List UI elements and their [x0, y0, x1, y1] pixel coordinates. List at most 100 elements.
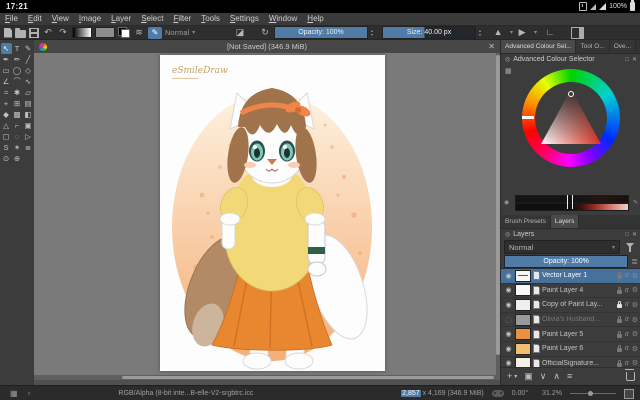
artwork-page[interactable]: eSmileDraw	[160, 55, 385, 371]
shade-settings-icon[interactable]: ✎	[633, 199, 638, 206]
canvas-area[interactable]: eSmileDraw	[34, 53, 500, 380]
transform-shapes-tool[interactable]: ↖	[1, 43, 12, 54]
sv-triangle[interactable]	[539, 86, 603, 148]
close-docker-icon[interactable]: ✕	[632, 231, 637, 238]
subwindow-titlebar[interactable]: [Not Saved] (346.9 MiB) ✕	[34, 40, 500, 54]
alpha-lock-icon[interactable]: α	[625, 301, 629, 308]
layer-row-6[interactable]: ◉Paint Layer 6α⚙	[501, 342, 640, 357]
layer-lock-icon[interactable]	[617, 319, 622, 323]
layer-opacity-slider[interactable]: Opacity: 100%	[504, 255, 628, 268]
line-tool[interactable]: ╱	[23, 54, 34, 65]
wraparound-icon[interactable]: ∟	[544, 27, 556, 38]
menu-help[interactable]: Help	[302, 13, 328, 25]
menu-file[interactable]: File	[0, 13, 23, 25]
fg-bg-colors[interactable]	[118, 27, 130, 38]
horizontal-scrollbar[interactable]	[34, 375, 500, 380]
polygon-tool[interactable]: ◇	[23, 65, 34, 76]
alpha-lock-icon[interactable]: α	[625, 316, 629, 323]
layer-settings-icon[interactable]: ⚙	[632, 316, 638, 324]
eraser-toggle-icon[interactable]: ◪	[234, 27, 246, 38]
pattern-edit-tool[interactable]: ▩	[12, 109, 23, 120]
layer-visibility-toggle[interactable]: ◉	[504, 330, 513, 338]
layer-settings-icon[interactable]: ⚙	[632, 301, 638, 309]
move-layer-down-button[interactable]: ∨	[540, 372, 547, 381]
float-docker-icon[interactable]: □	[625, 232, 629, 238]
polyline-tool[interactable]: ∠	[1, 76, 12, 87]
edit-shapes-tool[interactable]: ✎	[23, 43, 34, 54]
opacity-spinner[interactable]: ▴▾	[371, 29, 373, 37]
delete-layer-button[interactable]	[626, 372, 635, 381]
reload-preset-icon[interactable]: ↻	[259, 27, 271, 38]
mirror-horizontal-icon[interactable]: ▲	[492, 27, 504, 38]
layer-row-1[interactable]: ◉Vector Layer 1α⚙	[501, 269, 640, 284]
fit-page-icon[interactable]	[624, 389, 634, 399]
add-layer-caret[interactable]: ▾	[514, 374, 517, 380]
layer-row-3[interactable]: ◉Copy of Paint Lay...α⚙	[501, 298, 640, 313]
size-spinner[interactable]: ▴▾	[479, 29, 481, 37]
layer-visibility-toggle[interactable]: ▢	[504, 316, 513, 324]
poly-select-tool[interactable]: ▷	[23, 131, 34, 142]
alpha-lock-icon[interactable]: α	[625, 331, 629, 338]
layer-lock-icon[interactable]	[617, 275, 622, 279]
menu-select[interactable]: Select	[136, 13, 168, 25]
menu-tools[interactable]: Tools	[196, 13, 225, 25]
color-history-icon[interactable]: ◉	[504, 199, 509, 206]
alpha-lock-icon[interactable]: α	[625, 287, 629, 294]
close-docker-icon[interactable]: ✕	[632, 56, 637, 63]
calligraphy-tool[interactable]: ✒	[1, 54, 12, 65]
reference-images-tool[interactable]: ▣	[23, 120, 34, 131]
menu-edit[interactable]: Edit	[23, 13, 47, 25]
move-tool[interactable]: +	[1, 98, 12, 109]
layer-visibility-toggle[interactable]: ◉	[504, 345, 513, 353]
float-docker-icon[interactable]: □	[625, 57, 629, 63]
freehand-brush-tool[interactable]: ✏	[12, 54, 23, 65]
layer-blend-dropdown[interactable]: Normal ▾	[504, 240, 620, 254]
layer-row-7[interactable]: ◉OfficialSignature...α⚙	[501, 357, 640, 367]
layer-row-4[interactable]: ▢Olivia's Husband...α⚙	[501, 313, 640, 328]
multibrush-tool[interactable]: ✱	[12, 87, 23, 98]
layer-visibility-toggle[interactable]: ◉	[504, 301, 513, 309]
zoom-slider[interactable]	[570, 393, 616, 394]
move-layer-up-button[interactable]: ∧	[553, 372, 560, 381]
contiguous-select-tool[interactable]: ✶	[12, 142, 23, 153]
alpha-lock-icon[interactable]: α	[625, 360, 629, 367]
redo-icon[interactable]: ↷	[57, 27, 69, 38]
text-tool[interactable]: T	[12, 43, 23, 54]
layer-settings-icon[interactable]: ⚙	[632, 345, 638, 353]
save-icon[interactable]	[29, 28, 39, 38]
layer-visibility-toggle[interactable]: ◉	[504, 359, 513, 367]
measure-tool[interactable]: ⌐	[12, 120, 23, 131]
menu-layer[interactable]: Layer	[106, 13, 136, 25]
fill-tool[interactable]: ◧	[23, 109, 34, 120]
close-icon[interactable]: ✕	[488, 42, 495, 51]
assistants-tool[interactable]: △	[1, 120, 12, 131]
layer-lock-icon[interactable]	[617, 334, 622, 338]
blend-mode-dropdown[interactable]: Normal ▾	[165, 28, 231, 37]
zoom-tool[interactable]: ⊙	[1, 153, 12, 164]
menu-image[interactable]: Image	[74, 13, 106, 25]
gradient-tool[interactable]: ▤	[23, 98, 34, 109]
layer-visibility-toggle[interactable]: ◉	[504, 272, 513, 280]
hide-dockers-icon[interactable]	[571, 27, 584, 39]
open-image-icon[interactable]	[15, 30, 26, 38]
layer-settings-icon[interactable]: ⚙	[632, 286, 638, 294]
dynamic-brush-tool[interactable]: ≈	[1, 87, 12, 98]
crop-tool[interactable]: ⊞	[12, 98, 23, 109]
brush-preset-icon[interactable]: ✎	[148, 27, 162, 39]
layer-settings-icon[interactable]: ⚙	[632, 359, 638, 367]
transform-tool[interactable]: ▱	[23, 87, 34, 98]
layer-visibility-toggle[interactable]: ◉	[504, 286, 513, 294]
menu-view[interactable]: View	[47, 13, 74, 25]
rect-select-tool[interactable]: ▢	[1, 131, 12, 142]
color-sampler-tool[interactable]: ◆	[1, 109, 12, 120]
bezier-curve-tool[interactable]: ⌒	[12, 76, 23, 87]
mirror-vertical-icon[interactable]: ▶	[516, 27, 528, 38]
docker-pin-icon[interactable]: ◎	[505, 56, 510, 63]
layer-row-2[interactable]: ◉Paint Layer 4α⚙	[501, 284, 640, 299]
docker-pin-icon[interactable]: ◎	[505, 231, 510, 238]
layer-settings-icon[interactable]: ⚙	[632, 330, 638, 338]
menu-window[interactable]: Window	[264, 13, 302, 25]
panel-tab-brush-presets[interactable]: Brush Presets	[501, 215, 551, 228]
opacity-slider[interactable]: Opacity: 100%	[274, 26, 368, 39]
dock-tab-tool-o[interactable]: Tool O...	[576, 40, 609, 53]
